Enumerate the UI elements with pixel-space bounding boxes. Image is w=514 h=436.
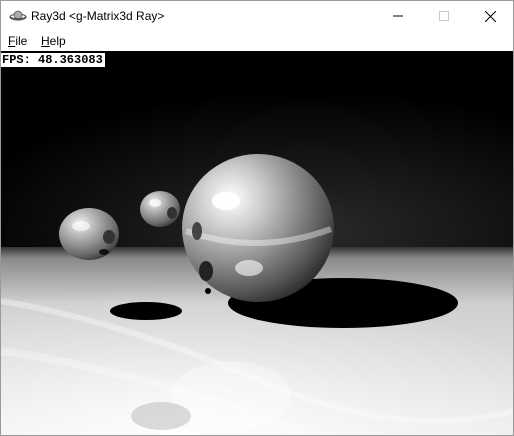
close-button[interactable] xyxy=(467,1,513,31)
menu-file[interactable]: File xyxy=(8,34,27,48)
window-title: Ray3d <g-Matrix3d Ray> xyxy=(31,9,165,23)
title-bar[interactable]: Ray3d <g-Matrix3d Ray> xyxy=(1,1,513,31)
render-viewport[interactable] xyxy=(1,51,513,435)
raytraced-scene xyxy=(1,51,513,435)
minimize-icon xyxy=(393,15,403,17)
fps-counter: FPS: 48.363083 xyxy=(1,53,105,67)
menu-bar: File Help xyxy=(1,31,513,51)
minimize-button[interactable] xyxy=(375,1,421,31)
app-window: Ray3d <g-Matrix3d Ray> File Help FPS: 48… xyxy=(0,0,514,436)
menu-help[interactable]: Help xyxy=(41,34,66,48)
maximize-icon xyxy=(439,11,449,21)
maximize-button[interactable] xyxy=(421,1,467,31)
close-icon xyxy=(484,10,496,22)
saturn-icon[interactable] xyxy=(9,9,27,23)
